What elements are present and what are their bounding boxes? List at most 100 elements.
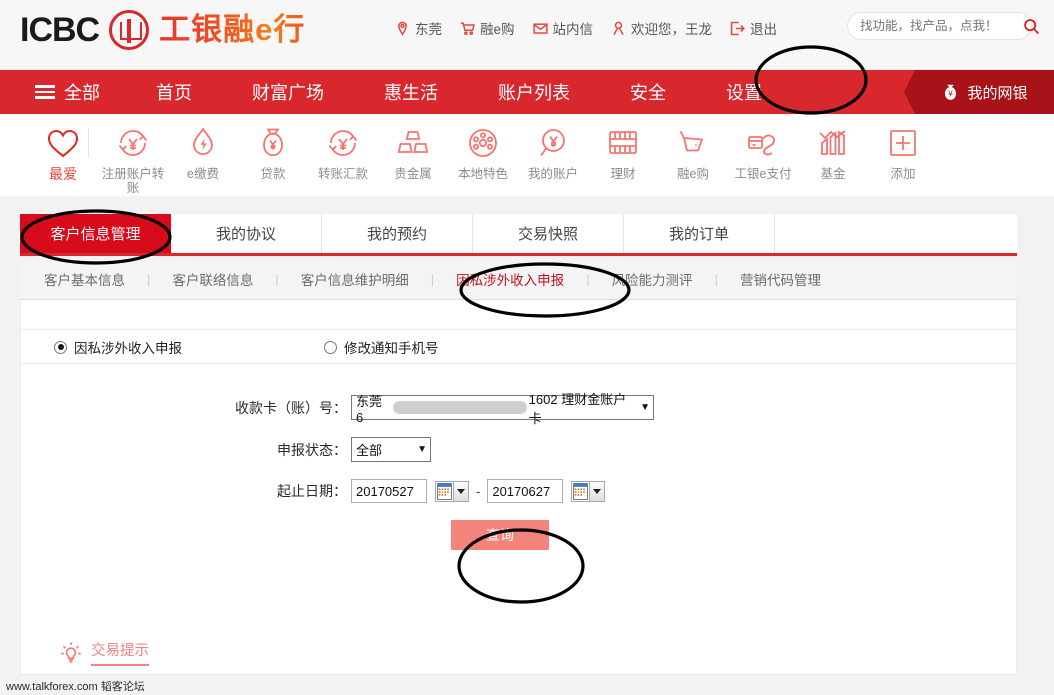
tab-my-orders[interactable]: 我的订单 — [624, 214, 775, 253]
quicklink-wealth-mgmt[interactable]: 理财 — [588, 124, 658, 181]
query-form: 收款卡（账）号： 东莞 6 1602 理财金账户卡 ▼ 申报状态： 全部 ▼ 起… — [21, 392, 1016, 567]
subtab-marketing-code-mgmt[interactable]: 营销代码管理 — [740, 269, 821, 289]
date-range-field-label: 起止日期： — [277, 483, 347, 499]
nav-item-life[interactable]: 惠生活 — [380, 79, 442, 105]
quicklink-funds-label: 基金 — [820, 167, 846, 181]
location-pin-icon — [398, 21, 407, 36]
watermark-text: www.talkforex.com 韬客论坛 — [6, 681, 145, 693]
header-link-user[interactable]: 欢迎您，王龙 — [611, 18, 712, 38]
subtab-divider: | — [714, 271, 718, 287]
nav-item-settings[interactable]: 设置 — [722, 79, 766, 105]
abacus-icon — [609, 131, 637, 154]
nav-item-security[interactable]: 安全 — [626, 79, 670, 105]
query-button[interactable]: 查询 — [451, 520, 549, 550]
my-ebank-ribbon[interactable]: ¥ 我的网银 — [904, 70, 1054, 114]
quicklink-epay-label: 工银e支付 — [734, 167, 792, 181]
subtab-basic-info[interactable]: 客户基本信息 — [44, 269, 125, 289]
header-link-inbox[interactable]: 站内信 — [532, 18, 594, 38]
quicklink-add[interactable]: 添加 — [868, 124, 938, 181]
calendar-dropdown-from[interactable] — [454, 480, 469, 502]
quicklink-funds[interactable]: 基金 — [798, 124, 868, 181]
heart-icon — [47, 129, 79, 158]
lightbulb-icon — [61, 641, 81, 663]
transaction-tip-row: 交易提示 — [20, 630, 1017, 675]
film-reel-icon — [469, 129, 497, 157]
nav-item-list: 首页 财富广场 惠生活 账户列表 安全 设置 — [152, 79, 818, 105]
calendar-icon — [437, 482, 452, 500]
card-select-suffix: 1602 理财金账户卡 — [528, 391, 627, 426]
subtab-risk-assessment[interactable]: 风险能力测评 — [612, 269, 693, 289]
nav-item-accounts[interactable]: 账户列表 — [494, 79, 574, 105]
tab-my-reservations[interactable]: 我的预约 — [322, 214, 473, 253]
radio-button-selected-icon[interactable] — [54, 340, 67, 354]
quicklink-loans[interactable]: 贷款 — [238, 124, 308, 181]
nav-item-home[interactable]: 首页 — [152, 79, 196, 105]
subtab-contact-info[interactable]: 客户联络信息 — [172, 269, 253, 289]
date-to-input[interactable] — [487, 479, 564, 503]
gold-bars-icon — [397, 131, 429, 153]
transaction-tip-label[interactable]: 交易提示 — [91, 639, 149, 666]
status-select[interactable]: 全部 ▼ — [351, 437, 431, 462]
nav-all-label: 全部 — [64, 83, 100, 103]
quicklink-precious-metals-label: 贵金属 — [394, 167, 432, 181]
calendar-icon-from[interactable] — [435, 480, 454, 502]
quicklink-epay-bills[interactable]: e缴费 — [168, 124, 238, 181]
form-row-submit: 查询 — [21, 520, 1016, 550]
user-icon — [613, 21, 624, 35]
search-icon[interactable] — [1023, 18, 1040, 35]
quicklink-loans-label: 贷款 — [260, 167, 286, 181]
form-row-card: 收款卡（账）号： 东莞 6 1602 理财金账户卡 ▼ — [21, 392, 1016, 426]
panel-bottom-divider — [20, 674, 1017, 675]
icbc-logo[interactable]: ICBC 工银融e行 — [20, 10, 305, 50]
quicklink-add-label: 添加 — [890, 167, 916, 181]
search-input[interactable] — [858, 18, 1023, 34]
quicklink-transfer-remit-label: 转账汇款 — [317, 167, 368, 181]
nav-all-menu[interactable]: 全部 — [35, 79, 100, 105]
card-select[interactable]: 东莞 6 1602 理财金账户卡 ▼ — [351, 392, 654, 426]
svg-text:¥: ¥ — [949, 89, 954, 98]
shopping-cart-icon — [679, 131, 704, 152]
radio-foreign-income-declaration[interactable]: 因私涉外收入申报 — [54, 337, 182, 357]
radio-button-icon[interactable] — [324, 340, 337, 354]
yuan-magnifier-icon — [540, 129, 565, 157]
form-row-date-range: 起止日期： 20170527 - 20170627 — [21, 479, 1016, 503]
radio-modify-notify-phone[interactable]: 修改通知手机号 — [324, 337, 439, 357]
panel-top-strip — [21, 300, 1016, 330]
quicklink-emall[interactable]: 融e购 — [658, 124, 728, 181]
date-from-input[interactable] — [351, 479, 427, 503]
shopping-cart-icon — [460, 21, 475, 35]
header-link-mall-label: 融e购 — [480, 22, 515, 37]
form-row-status: 申报状态： 全部 ▼ — [21, 437, 1016, 462]
header-link-inbox-label: 站内信 — [552, 22, 594, 37]
main-tab-bar: 客户信息管理 我的协议 我的预约 交易快照 我的订单 — [20, 214, 1017, 256]
quicklink-my-account[interactable]: 我的账户 — [518, 124, 588, 181]
quicklink-transfer-remit[interactable]: 转账汇款 — [308, 124, 378, 181]
quicklink-favorites-label: 最爱 — [49, 166, 77, 182]
card-field-label: 收款卡（账）号： — [235, 399, 347, 416]
quicklink-wealth-mgmt-label: 理财 — [610, 167, 636, 181]
chevron-down-icon: ▼ — [417, 443, 427, 455]
tab-customer-info-mgmt[interactable]: 客户信息管理 — [20, 214, 171, 253]
nav-item-wealth[interactable]: 财富广场 — [248, 79, 328, 105]
header-link-logout[interactable]: 退出 — [730, 18, 777, 38]
calendar-icon-to[interactable] — [571, 480, 591, 502]
quicklink-epay[interactable]: 工银e支付 — [728, 124, 798, 181]
quicklink-precious-metals[interactable]: 贵金属 — [378, 124, 448, 181]
header-link-city[interactable]: 东莞 — [395, 18, 442, 38]
quicklink-register-transfer[interactable]: 注册账户转账 — [88, 124, 168, 195]
status-select-value: 全部 — [356, 443, 383, 458]
calendar-dropdown-to[interactable] — [590, 480, 606, 502]
quicklink-my-account-label: 我的账户 — [527, 167, 578, 181]
tab-transaction-snapshot[interactable]: 交易快照 — [473, 214, 624, 253]
icbc-emblem-icon — [109, 10, 150, 50]
search-box[interactable] — [847, 12, 1039, 40]
tab-my-agreements[interactable]: 我的协议 — [171, 214, 322, 253]
tab-bar-filler — [775, 214, 1017, 253]
header-link-mall[interactable]: 融e购 — [460, 18, 515, 38]
calendar-icon — [573, 482, 589, 500]
subtab-foreign-income-declaration[interactable]: 因私涉外收入申报 — [456, 269, 564, 289]
main-navigation: 全部 首页 财富广场 惠生活 账户列表 安全 设置 ¥ 我的网银 — [0, 70, 1054, 114]
subtab-maintenance-details[interactable]: 客户信息维护明细 — [301, 269, 409, 289]
quicklink-local-features[interactable]: 本地特色 — [448, 124, 518, 181]
chevron-down-icon: ▼ — [640, 401, 650, 413]
